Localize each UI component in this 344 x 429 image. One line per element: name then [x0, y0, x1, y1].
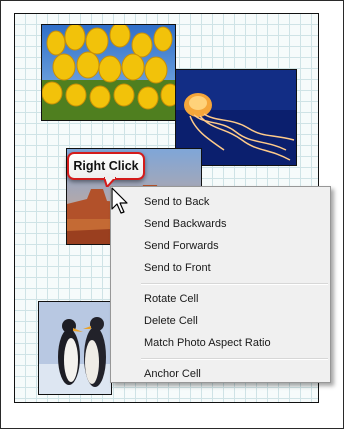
callout-tail: [104, 177, 116, 187]
right-click-callout: Right Click: [67, 152, 145, 180]
menu-separator: [141, 283, 328, 285]
window-frame: Send to Back Send Backwards Send Forward…: [0, 0, 344, 429]
context-menu: Send to Back Send Backwards Send Forward…: [110, 186, 331, 383]
tulips-image: [42, 25, 175, 120]
menu-item-delete-cell[interactable]: Delete Cell: [111, 310, 330, 332]
penguins-image: [39, 302, 111, 394]
tulips-photo-cell[interactable]: [41, 24, 176, 121]
menu-separator: [141, 358, 328, 360]
menu-item-match-aspect-ratio[interactable]: Match Photo Aspect Ratio: [111, 332, 330, 354]
menu-item-anchor-cell[interactable]: Anchor Cell: [111, 363, 330, 385]
mouse-pointer-icon: [111, 187, 128, 214]
menu-item-send-forwards[interactable]: Send Forwards: [111, 235, 330, 257]
menu-item-send-backwards[interactable]: Send Backwards: [111, 213, 330, 235]
penguins-photo-cell[interactable]: [38, 301, 112, 395]
menu-item-send-to-back[interactable]: Send to Back: [111, 191, 330, 213]
menu-item-rotate-cell[interactable]: Rotate Cell: [111, 288, 330, 310]
menu-item-send-to-front[interactable]: Send to Front: [111, 257, 330, 279]
